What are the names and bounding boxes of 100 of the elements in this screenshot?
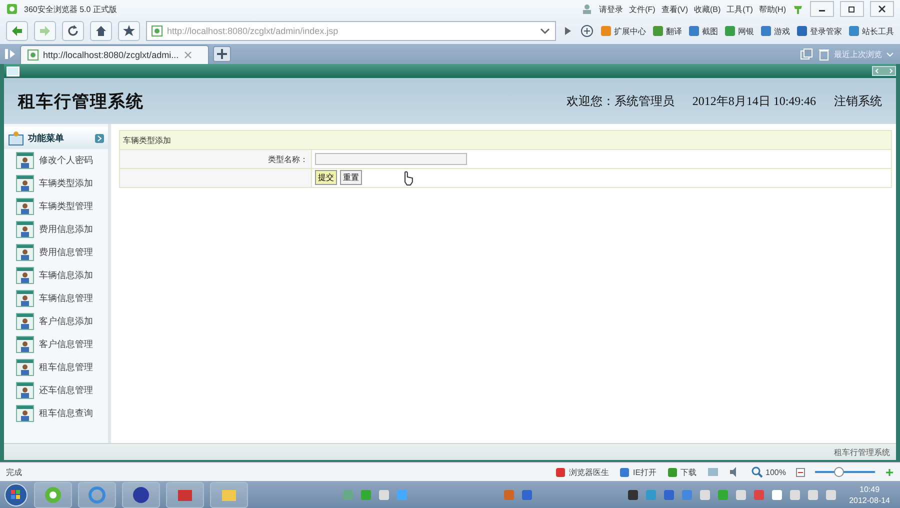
taskbar-app[interactable]	[166, 482, 204, 508]
menu-item[interactable]: 车辆信息管理	[4, 287, 108, 310]
tray-icon[interactable]	[771, 488, 784, 500]
menu-item[interactable]: 费用信息添加	[4, 218, 108, 241]
sidebar-toggle-icon[interactable]	[4, 47, 16, 61]
window-icon	[4, 64, 22, 78]
browser-tab[interactable]: http://localhost:8080/zcglxt/admi...	[20, 45, 209, 64]
field-label: 类型名称：	[120, 150, 312, 168]
back-icon	[11, 25, 23, 37]
logout-link[interactable]: 注销系统	[834, 92, 882, 110]
status-button[interactable]: IE打开	[618, 466, 657, 478]
toolbar-button[interactable]: 扩展中心	[600, 25, 646, 37]
taskbar-app[interactable]	[122, 482, 160, 508]
menu-item[interactable]: 车辆类型管理	[4, 195, 108, 218]
menu-item[interactable]: 请登录	[599, 4, 624, 14]
folder-icon	[8, 130, 24, 146]
footer-text: 租车行管理系统	[4, 443, 896, 460]
status-button[interactable]: 下载	[666, 466, 697, 478]
menu-item[interactable]: 租车信息管理	[4, 356, 108, 379]
refresh-icon	[67, 25, 79, 37]
tool-icon	[848, 25, 860, 37]
clock-date: 2012-08-14	[849, 494, 890, 506]
forward-icon	[39, 25, 51, 37]
close-icon	[878, 5, 886, 13]
status-text: 完成	[6, 466, 22, 478]
menu-item[interactable]: 文件(F)	[629, 4, 656, 14]
tool-icon	[796, 25, 808, 37]
collapse-icon[interactable]	[95, 134, 104, 142]
toolbar-button[interactable]: 截图	[688, 25, 718, 37]
tray-icon[interactable]	[627, 488, 640, 500]
menu-item[interactable]: 车辆信息添加	[4, 264, 108, 287]
form-button[interactable]: 提交	[315, 170, 337, 186]
user-card-icon	[16, 221, 34, 238]
tray-icon[interactable]	[825, 488, 838, 500]
menu-item[interactable]: 修改个人密码	[4, 149, 108, 172]
close-tab-icon[interactable]	[182, 50, 193, 60]
shield-icon[interactable]	[580, 24, 594, 38]
close-button[interactable]	[870, 1, 894, 17]
page-icon	[151, 25, 163, 37]
zoom-button[interactable]: 100%	[750, 466, 786, 478]
tray-icon[interactable]	[520, 488, 533, 500]
toolbar-button[interactable]: 登录管家	[796, 25, 842, 37]
windows-icon[interactable]	[800, 48, 814, 60]
user-card-icon	[16, 359, 34, 376]
favorite-button[interactable]	[118, 21, 140, 41]
start-button-icon[interactable]	[4, 482, 28, 506]
shirt-icon[interactable]	[792, 3, 804, 15]
home-button[interactable]	[90, 21, 112, 41]
page-icon	[27, 49, 39, 61]
user-icon	[581, 3, 594, 15]
menu-item[interactable]: 帮助(H)	[758, 4, 786, 14]
menu-item[interactable]: 还车信息管理	[4, 379, 108, 402]
image-icon[interactable]	[706, 466, 719, 478]
menu-item[interactable]: 费用信息管理	[4, 241, 108, 264]
date-time: 2012年8月14日 10:49:46	[692, 92, 816, 110]
menu-item[interactable]: 客户信息添加	[4, 310, 108, 333]
slider-thumb[interactable]	[834, 467, 844, 477]
menu-title: 功能菜单	[28, 132, 65, 144]
tray-icon[interactable]	[735, 488, 748, 500]
zoom-in-icon[interactable]	[885, 468, 894, 476]
caret-icon[interactable]	[886, 50, 894, 58]
browser-logo-icon	[6, 3, 18, 15]
toolbar-button[interactable]: 翻译	[652, 25, 682, 37]
toolbar-button[interactable]: 游戏	[760, 25, 790, 37]
zoom-out-icon[interactable]	[796, 468, 805, 476]
menu-item[interactable]: 收藏(B)	[694, 4, 721, 14]
tray-icon[interactable]	[699, 488, 712, 500]
new-tab-icon[interactable]	[213, 46, 231, 62]
tray-icon[interactable]	[378, 488, 390, 500]
home-icon	[95, 25, 107, 37]
menu-item[interactable]: 工具(T)	[726, 4, 753, 14]
user-card-icon	[16, 198, 34, 215]
taskbar-app[interactable]	[34, 482, 72, 508]
user-card-icon	[16, 152, 34, 169]
app-title: 租车行管理系统	[18, 90, 145, 112]
back-button[interactable]	[6, 21, 28, 41]
forward-button[interactable]	[34, 21, 56, 41]
minimize-button[interactable]	[810, 1, 834, 17]
menu-item[interactable]: 租车信息查询	[4, 402, 108, 425]
app-icon	[132, 486, 150, 504]
toolbar-button[interactable]: 站长工具	[848, 25, 894, 37]
restore-button[interactable]	[840, 1, 864, 17]
trash-icon[interactable]	[818, 48, 830, 60]
toolbar-button[interactable]: 网银	[724, 25, 754, 37]
status-item-icon	[618, 466, 630, 478]
user-card-icon	[16, 175, 34, 192]
status-button[interactable]: 浏览器医生	[554, 466, 609, 478]
menu-item[interactable]: 查看(V)	[661, 4, 688, 14]
tray-icon[interactable]	[807, 488, 820, 500]
user-card-icon	[16, 267, 34, 284]
tray-icon[interactable]	[663, 488, 676, 500]
scroll-arrows-icon[interactable]	[872, 65, 896, 77]
type-name-field[interactable]	[315, 153, 467, 165]
tray-icon[interactable]	[789, 488, 802, 500]
form-button[interactable]: 重置	[340, 170, 362, 186]
menu-item[interactable]: 车辆类型添加	[4, 172, 108, 195]
menu-item[interactable]: 客户信息管理	[4, 333, 108, 356]
user-card-icon	[16, 290, 34, 307]
refresh-button[interactable]	[62, 21, 84, 41]
user-card-icon	[16, 244, 34, 261]
